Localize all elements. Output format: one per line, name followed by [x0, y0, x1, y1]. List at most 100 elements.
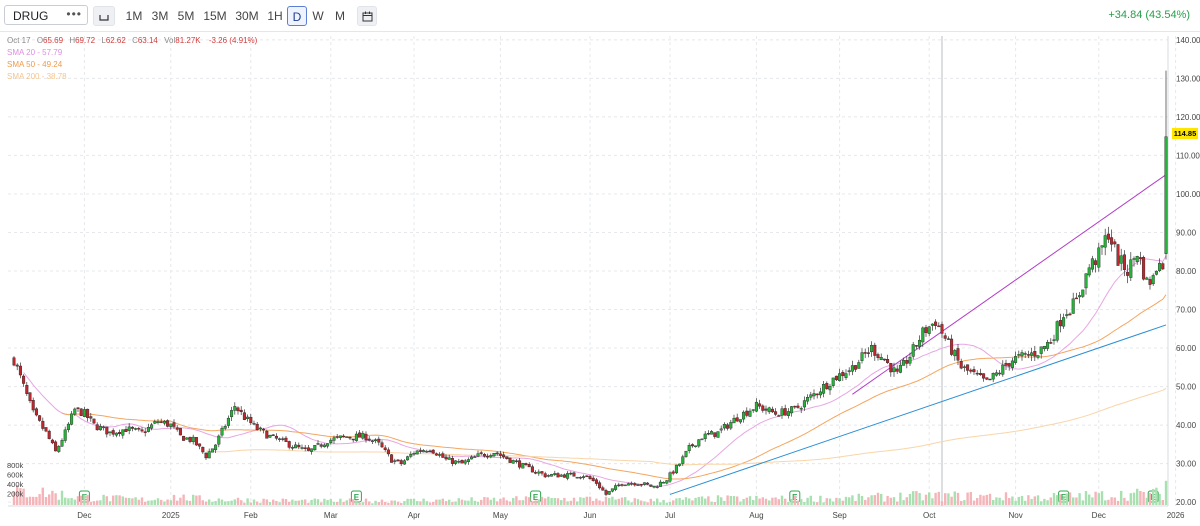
candle-body [514, 460, 518, 462]
timeframe-w-button[interactable]: W [309, 6, 327, 26]
candle-body [1094, 260, 1098, 265]
volume-bar [32, 496, 35, 505]
timeframe-1h-button[interactable]: 1H [265, 6, 285, 26]
sma50-legend: SMA 50 - 49.24 [7, 60, 63, 69]
volume-bar [448, 499, 451, 505]
volume-bar [118, 495, 121, 505]
candle-body [633, 483, 637, 486]
volume-bar [1008, 498, 1011, 505]
candle-body [489, 455, 493, 458]
candle-body [966, 364, 970, 371]
timeframe-15m-button[interactable]: 15M [202, 6, 228, 26]
volume-bar [764, 498, 768, 505]
volume-bar [662, 499, 665, 505]
candle-body [278, 438, 282, 440]
candle-body [409, 454, 413, 457]
volume-bar [944, 493, 947, 505]
candle-body [1154, 270, 1158, 275]
price-tick-label: 90.00 [1176, 228, 1197, 237]
price-chart[interactable]: EEEEEE 20.0030.0040.0050.0060.0070.0080.… [0, 32, 1200, 526]
volume-bar [1107, 499, 1110, 505]
candle-body [758, 403, 762, 407]
symbol-search-field[interactable]: DRUG ••• [4, 5, 88, 25]
candle-body [143, 431, 147, 433]
volume-bar [684, 497, 688, 505]
timeframe-5m-button[interactable]: 5M [175, 6, 197, 26]
volume-bar [217, 498, 220, 505]
volume-bar [896, 501, 899, 505]
candle-body [178, 428, 182, 436]
time-tick-label: Nov [1008, 511, 1022, 520]
candle-body [626, 483, 630, 486]
volume-bar [480, 499, 483, 505]
volume-bar [57, 499, 60, 505]
candle-body [342, 435, 346, 438]
volume-bar [144, 501, 147, 505]
volume-bar [518, 500, 521, 505]
volume-bar [435, 499, 438, 505]
volume-bar [672, 500, 675, 505]
volume-bar [560, 500, 563, 505]
volume-bar [1040, 501, 1043, 505]
timeframe-m-button[interactable]: M [331, 6, 349, 26]
volume-bar [649, 498, 652, 505]
volume-bar [736, 496, 739, 505]
volume-bar [835, 497, 838, 505]
volume-tick-label: 200k [7, 490, 24, 499]
volume-bar [483, 496, 486, 505]
candle-body [210, 448, 214, 453]
candle-body [1116, 244, 1120, 266]
candle-body [41, 420, 45, 429]
volume-bar [137, 499, 140, 505]
volume-bar [1158, 494, 1161, 505]
volume-bar [1024, 500, 1027, 505]
volume-bar [195, 495, 198, 505]
candle-body [220, 427, 224, 436]
volume-bar [867, 497, 870, 505]
volume-bar [326, 500, 329, 505]
volume-bar [710, 501, 713, 505]
candle-body [1119, 255, 1123, 264]
date-range-button[interactable] [357, 6, 377, 26]
volume-bar [534, 500, 537, 505]
volume-bar [438, 499, 441, 505]
volume-bar [748, 496, 752, 505]
legend-high: 69.72 [75, 36, 96, 45]
volume-bar [1056, 495, 1059, 505]
volume-bar [323, 498, 326, 505]
chart-type-button[interactable] [93, 6, 115, 26]
volume-bar [864, 499, 867, 505]
volume-bar [156, 498, 160, 505]
volume-bar [588, 496, 592, 505]
volume-bar [880, 493, 883, 505]
candle-body [594, 479, 598, 484]
candle-body [889, 363, 893, 373]
candle-body [847, 370, 851, 373]
volume-bar [899, 492, 902, 505]
candle-body [383, 447, 387, 450]
volume-bar [505, 500, 508, 505]
volume-bar [342, 501, 345, 505]
timeframe-d-button[interactable]: D [287, 6, 307, 26]
timeframe-3m-button[interactable]: 3M [149, 6, 171, 26]
volume-bar [611, 496, 614, 505]
candle-body [556, 473, 560, 478]
candle-body [674, 464, 678, 474]
candle-body [390, 454, 394, 463]
candle-body [588, 476, 592, 479]
timeframe-30m-button[interactable]: 30M [233, 6, 261, 26]
timeframe-1m-button[interactable]: 1M [123, 6, 145, 26]
candle-body [748, 410, 752, 417]
symbol-more-icon[interactable]: ••• [66, 7, 82, 21]
volume-bar [892, 497, 896, 505]
volume-bar [268, 502, 272, 505]
volume-bar [153, 499, 156, 505]
volume-bar [409, 498, 412, 505]
time-tick-label: 2026 [1167, 511, 1185, 520]
price-tick-label: 130.00 [1176, 74, 1200, 83]
volume-bar [646, 502, 649, 505]
candle-body [313, 445, 317, 451]
candle-body [508, 457, 512, 463]
volume-bar [627, 500, 630, 505]
candle-body [255, 423, 259, 430]
